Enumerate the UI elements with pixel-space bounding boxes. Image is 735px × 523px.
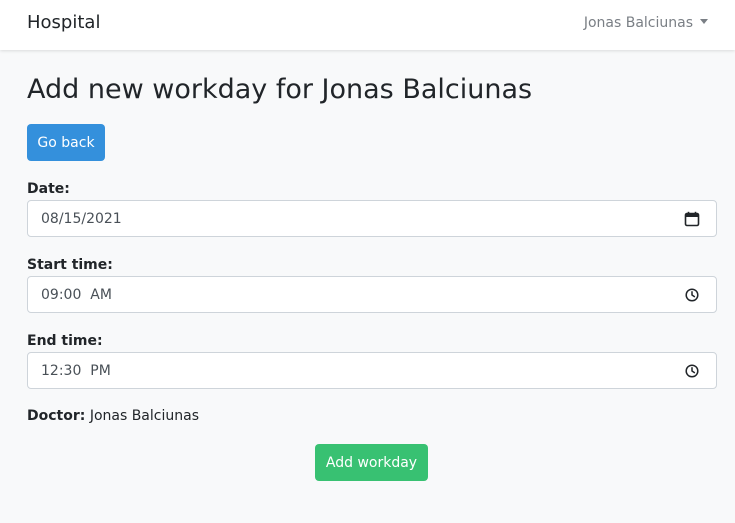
- start-time-label: Start time:: [27, 257, 113, 273]
- add-workday-button[interactable]: Add workday: [315, 444, 428, 481]
- end-time-input[interactable]: 12:30 PM: [27, 352, 717, 389]
- go-back-button[interactable]: Go back: [27, 124, 105, 161]
- user-dropdown-toggle[interactable]: Jonas Balciunas: [584, 14, 708, 32]
- brand-link[interactable]: Hospital: [27, 11, 100, 35]
- date-input[interactable]: 08/15/2021: [27, 200, 717, 237]
- clock-icon[interactable]: [684, 363, 700, 379]
- page-title: Add new workday for Jonas Balciunas: [27, 74, 533, 105]
- end-time-value: 12:30 PM: [41, 363, 111, 379]
- doctor-name: Jonas Balciunas: [89, 408, 199, 424]
- caret-down-icon: [700, 19, 708, 24]
- date-label: Date:: [27, 181, 70, 197]
- user-name: Jonas Balciunas: [583, 15, 693, 31]
- doctor-info: Doctor: Jonas Balciunas: [27, 407, 199, 425]
- start-time-value: 09:00 AM: [41, 287, 112, 303]
- date-value: 08/15/2021: [41, 211, 122, 227]
- start-time-input[interactable]: 09:00 AM: [27, 276, 717, 313]
- clock-icon[interactable]: [684, 287, 700, 303]
- navbar: Hospital Jonas Balciunas: [0, 0, 735, 50]
- end-time-label: End time:: [27, 333, 103, 349]
- calendar-icon[interactable]: [684, 211, 700, 227]
- doctor-label: Doctor:: [27, 408, 86, 424]
